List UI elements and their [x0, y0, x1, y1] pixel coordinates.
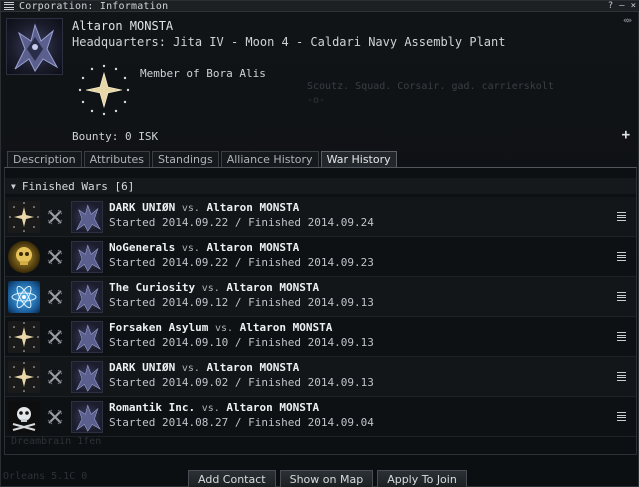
war-row[interactable]: DARK UNIØN vs. Altaron MONSTA Started 20…: [5, 357, 636, 397]
war-row[interactable]: The Curiosity vs. Altaron MONSTA Started…: [5, 277, 636, 317]
defender-logo[interactable]: [71, 361, 103, 393]
tab-alliance-history[interactable]: Alliance History: [220, 151, 319, 167]
war-title: Forsaken Asylum vs. Altaron MONSTA: [109, 321, 333, 334]
crossed-swords-icon: [47, 289, 63, 305]
atom-logo-icon[interactable]: [8, 281, 40, 313]
defender-name[interactable]: Altaron MONSTA: [226, 401, 319, 414]
tab-bar: Description Attributes Standings Allianc…: [7, 151, 397, 168]
star-logo-icon[interactable]: [8, 201, 40, 233]
help-icon[interactable]: ?: [608, 1, 613, 12]
crossed-swords-icon: [47, 409, 63, 425]
defender-name[interactable]: Altaron MONSTA: [207, 241, 300, 254]
war-row[interactable]: Forsaken Asylum vs. Altaron MONSTA Start…: [5, 317, 636, 357]
aggressor-name[interactable]: Romantik Inc.: [109, 401, 195, 414]
defender-logo[interactable]: [71, 241, 103, 273]
row-menu-icon[interactable]: [617, 372, 626, 381]
show-on-map-button[interactable]: Show on Map: [279, 470, 374, 487]
alliance-membership[interactable]: Member of Bora Alis: [140, 67, 266, 80]
row-menu-icon[interactable]: [617, 412, 626, 421]
aggressor-name[interactable]: DARK UNIØN: [109, 361, 175, 374]
window-menu-icon[interactable]: [4, 1, 14, 11]
background-ghost-text: Dreambrain 1fen: [11, 436, 102, 447]
war-title: Romantik Inc. vs. Altaron MONSTA: [109, 401, 320, 414]
star-logo-icon[interactable]: [8, 361, 40, 393]
minimize-icon[interactable]: –: [619, 1, 624, 12]
tab-description[interactable]: Description: [7, 151, 82, 167]
close-icon[interactable]: ×: [631, 1, 636, 12]
war-title: NoGenerals vs. Altaron MONSTA: [109, 241, 300, 254]
defender-logo[interactable]: [71, 201, 103, 233]
row-menu-icon[interactable]: [617, 252, 626, 261]
aggressor-name[interactable]: Forsaken Asylum: [109, 321, 208, 334]
add-contact-button[interactable]: Add Contact: [188, 470, 276, 487]
defender-logo[interactable]: [71, 281, 103, 313]
aggressor-name[interactable]: The Curiosity: [109, 281, 195, 294]
defender-logo[interactable]: [71, 321, 103, 353]
defender-name[interactable]: Altaron MONSTA: [226, 281, 319, 294]
defender-logo[interactable]: [71, 401, 103, 433]
war-row[interactable]: NoGenerals vs. Altaron MONSTA Started 20…: [5, 237, 636, 277]
tab-war-history[interactable]: War History: [320, 151, 397, 168]
gold-skull-logo-icon[interactable]: [8, 241, 40, 273]
aggressor-name[interactable]: NoGenerals: [109, 241, 175, 254]
title-bar[interactable]: Corporation: Information ? – ×: [1, 1, 639, 12]
corporation-name: Altaron MONSTA: [72, 19, 174, 33]
collapse-header-icon[interactable]: «»: [623, 16, 632, 26]
row-menu-icon[interactable]: [617, 292, 626, 301]
war-dates: Started 2014.09.22 / Finished 2014.09.23: [109, 256, 374, 269]
row-menu-icon[interactable]: [617, 212, 626, 221]
background-ghost-text-2: Orleans 5.1C 0: [3, 471, 88, 482]
finished-wars-header[interactable]: ▼ Finished Wars [6]: [5, 178, 636, 194]
add-icon[interactable]: +: [622, 128, 630, 142]
war-dates: Started 2014.09.10 / Finished 2014.09.13: [109, 336, 374, 349]
tab-attributes[interactable]: Attributes: [83, 151, 150, 167]
war-history-panel: ▼ Finished Wars [6] DARK UNIØN vs. Altar…: [4, 167, 637, 455]
war-title: DARK UNIØN vs. Altaron MONSTA: [109, 201, 300, 214]
war-list: DARK UNIØN vs. Altaron MONSTA Started 20…: [5, 197, 636, 437]
row-menu-icon[interactable]: [617, 332, 626, 341]
war-dates: Started 2014.08.27 / Finished 2014.09.04: [109, 416, 374, 429]
crossed-swords-icon: [47, 329, 63, 345]
footer-buttons: Add Contact Show on Map Apply To Join: [188, 470, 467, 487]
info-window: Corporation: Information ? – × «» Altaro…: [0, 0, 639, 487]
crossed-swords-icon: [47, 369, 63, 385]
finished-wars-label: Finished Wars [6]: [21, 179, 135, 193]
expand-arrow-icon[interactable]: ▼: [11, 182, 16, 191]
war-row[interactable]: DARK UNIØN vs. Altaron MONSTA Started 20…: [5, 197, 636, 237]
tab-standings[interactable]: Standings: [151, 151, 219, 167]
war-dates: Started 2014.09.12 / Finished 2014.09.13: [109, 296, 374, 309]
war-row[interactable]: Romantik Inc. vs. Altaron MONSTA Started…: [5, 397, 636, 437]
bounty-text: Bounty: 0 ISK: [72, 130, 159, 143]
description-faded-text: Scoutz. Squad. Corsair. gad. carrierskol…: [307, 81, 554, 92]
war-title: DARK UNIØN vs. Altaron MONSTA: [109, 361, 300, 374]
defender-name[interactable]: Altaron MONSTA: [207, 201, 300, 214]
headquarters-text: Headquarters: Jita IV - Moon 4 - Caldari…: [72, 35, 506, 49]
defender-name[interactable]: Altaron MONSTA: [240, 321, 333, 334]
alliance-logo[interactable]: [77, 63, 131, 117]
corporation-logo[interactable]: [6, 18, 63, 75]
war-dates: Started 2014.09.02 / Finished 2014.09.13: [109, 376, 374, 389]
aggressor-name[interactable]: DARK UNIØN: [109, 201, 175, 214]
description-faded-text-2: -o-: [307, 95, 326, 106]
apply-to-join-button[interactable]: Apply To Join: [377, 470, 467, 487]
skull-crossbones-logo-icon[interactable]: [8, 401, 40, 433]
window-title: Corporation: Information: [19, 0, 169, 12]
crossed-swords-icon: [47, 249, 63, 265]
war-dates: Started 2014.09.22 / Finished 2014.09.24: [109, 216, 374, 229]
window-controls: ? – ×: [608, 1, 636, 12]
war-title: The Curiosity vs. Altaron MONSTA: [109, 281, 320, 294]
star-logo-icon[interactable]: [8, 321, 40, 353]
crossed-swords-icon: [47, 209, 63, 225]
defender-name[interactable]: Altaron MONSTA: [207, 361, 300, 374]
